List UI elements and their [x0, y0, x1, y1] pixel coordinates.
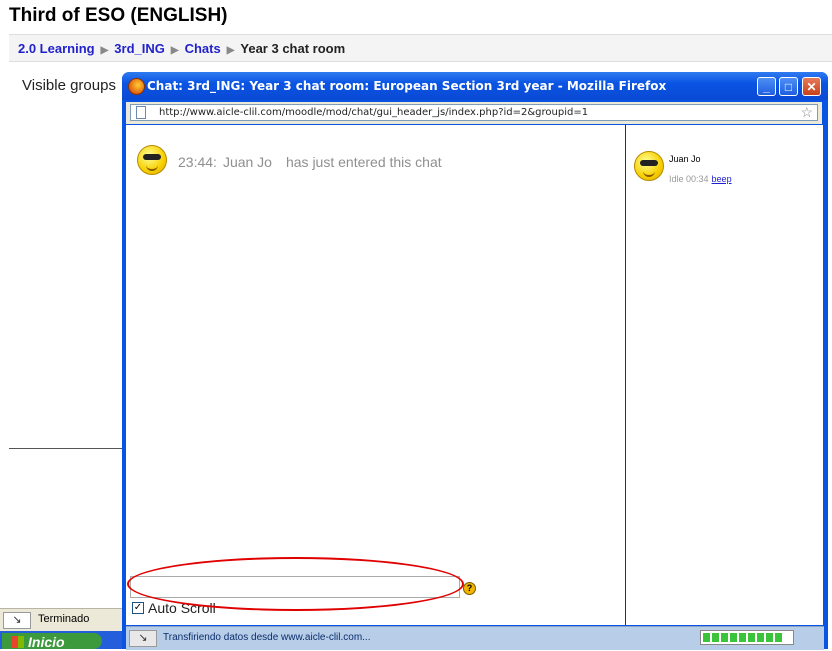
breadcrumb-bar: 2.0 Learning ▶ 3rd_ING ▶ Chats ▶ Year 3 chat r…: [9, 34, 832, 62]
loading-progress-bar: [700, 630, 794, 645]
message-text: has just entered this chat: [285, 154, 442, 170]
chat-messages-panel: 23:44: Juan Jo has just entered this chat …: [126, 125, 623, 625]
auto-scroll-checkbox[interactable]: ✓: [132, 602, 144, 614]
visible-groups-label: Visible groups: [22, 77, 116, 94]
window-title: Chat: 3rd_ING: Year 3 chat room: Europea…: [147, 79, 667, 93]
status-text: Transfiriendo datos desde www.aicle-clil…: [163, 632, 371, 643]
firefox-logo-icon: [128, 78, 145, 95]
url-text[interactable]: http://www.aicle-clil.com/moodle/mod/cha…: [159, 107, 588, 118]
breadcrumb-link-chats[interactable]: Chats: [185, 41, 221, 56]
beep-link[interactable]: beep: [712, 174, 732, 184]
breadcrumb: 2.0 Learning ▶ 3rd_ING ▶ Chats ▶ Year 3 chat r…: [18, 41, 345, 56]
chat-message: 23:44: Juan Jo has just entered this chat: [178, 154, 442, 170]
breadcrumb-link-course[interactable]: 3rd_ING: [114, 41, 165, 56]
message-time: 23:44:: [178, 154, 217, 170]
chat-content: 23:44: Juan Jo has just entered this chat …: [126, 125, 823, 625]
background-status-text: Terminado: [38, 613, 90, 625]
user-avatar-smiley-icon: [137, 145, 167, 175]
highlight-annotation-ellipse: [127, 557, 464, 611]
message-user: Juan Jo: [222, 154, 272, 170]
start-label: Inicio: [28, 634, 65, 650]
breadcrumb-separator-icon: ▶: [226, 45, 235, 56]
users-panel: Juan Jo Idle 00:34 beep: [625, 125, 823, 625]
chat-popup-window: Chat: 3rd_ING: Year 3 chat room: Europea…: [122, 72, 828, 650]
help-icon[interactable]: ?: [463, 582, 476, 595]
connection-icon: ↘: [3, 612, 31, 629]
page-icon: [136, 106, 146, 119]
breadcrumb-separator-icon: ▶: [100, 45, 109, 56]
user-idle-status: Idle 00:34 beep: [669, 174, 732, 184]
bookmark-star-icon[interactable]: ☆: [800, 104, 813, 121]
maximize-button[interactable]: □: [779, 77, 798, 96]
window-status-bar: ↘ Transfiriendo datos desde www.aicle-cl…: [126, 626, 824, 650]
user-name: Juan Jo: [669, 154, 701, 164]
user-avatar-smiley-icon: [634, 151, 664, 181]
page-title: Third of ESO (ENGLISH): [9, 5, 228, 26]
close-button[interactable]: ✕: [802, 77, 821, 96]
progress-fill: [703, 633, 782, 642]
connection-icon: ↘: [129, 630, 157, 647]
idle-time: Idle 00:34: [669, 174, 709, 184]
windows-logo-icon: [12, 636, 24, 648]
breadcrumb-link-learning[interactable]: 2.0 Learning: [18, 41, 95, 56]
window-titlebar[interactable]: Chat: 3rd_ING: Year 3 chat room: Europea…: [122, 72, 828, 100]
minimize-button[interactable]: _: [757, 77, 776, 96]
page-divider: [9, 448, 122, 449]
start-button[interactable]: Inicio: [2, 633, 102, 650]
background-status-bar: ↘ Terminado: [0, 608, 122, 631]
breadcrumb-current: Year 3 chat room: [240, 41, 346, 56]
address-bar: http://www.aicle-clil.com/moodle/mod/cha…: [126, 102, 822, 124]
url-field[interactable]: http://www.aicle-clil.com/moodle/mod/cha…: [130, 104, 818, 121]
taskbar: Inicio: [0, 631, 122, 650]
breadcrumb-separator-icon: ▶: [170, 45, 179, 56]
